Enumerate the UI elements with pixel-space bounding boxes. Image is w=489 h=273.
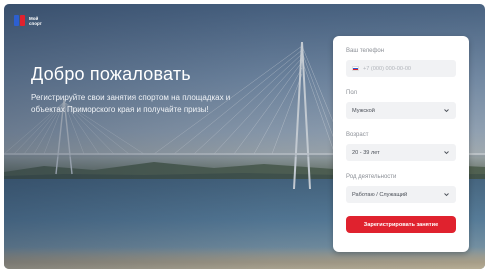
chevron-down-icon [444,193,449,197]
logo-text: Мой спорт [29,15,42,26]
chevron-down-icon [444,109,449,113]
submit-button[interactable]: Зарегистрировать занятие [346,216,456,233]
occupation-label: Род деятельности [346,174,397,180]
phone-placeholder: +7 (000) 000-00-00 [363,65,412,72]
brand-logo[interactable]: Мой спорт [14,15,45,26]
age-select[interactable]: 20 - 39 лет [346,144,456,161]
occupation-select[interactable]: Работаю / Служащий [346,186,456,203]
russia-flag-icon [352,66,359,71]
age-label: Возраст [346,132,369,138]
phone-label: Ваш телефон [346,48,385,54]
registration-form: Ваш телефон +7 (000) 000-00-00 Пол Мужск… [333,36,469,252]
age-value: 20 - 39 лет [352,149,380,156]
chevron-down-icon [444,151,449,155]
phone-field[interactable]: +7 (000) 000-00-00 [346,60,456,77]
gender-label: Пол [346,90,358,96]
logo-icon [14,15,25,26]
gender-value: Мужской [352,107,375,114]
occupation-value: Работаю / Служащий [352,191,408,198]
page-subtitle: Регистрируйте свои занятия спортом на пл… [31,93,231,114]
gender-select[interactable]: Мужской [346,102,456,119]
page-title: Добро пожаловать [31,64,191,84]
